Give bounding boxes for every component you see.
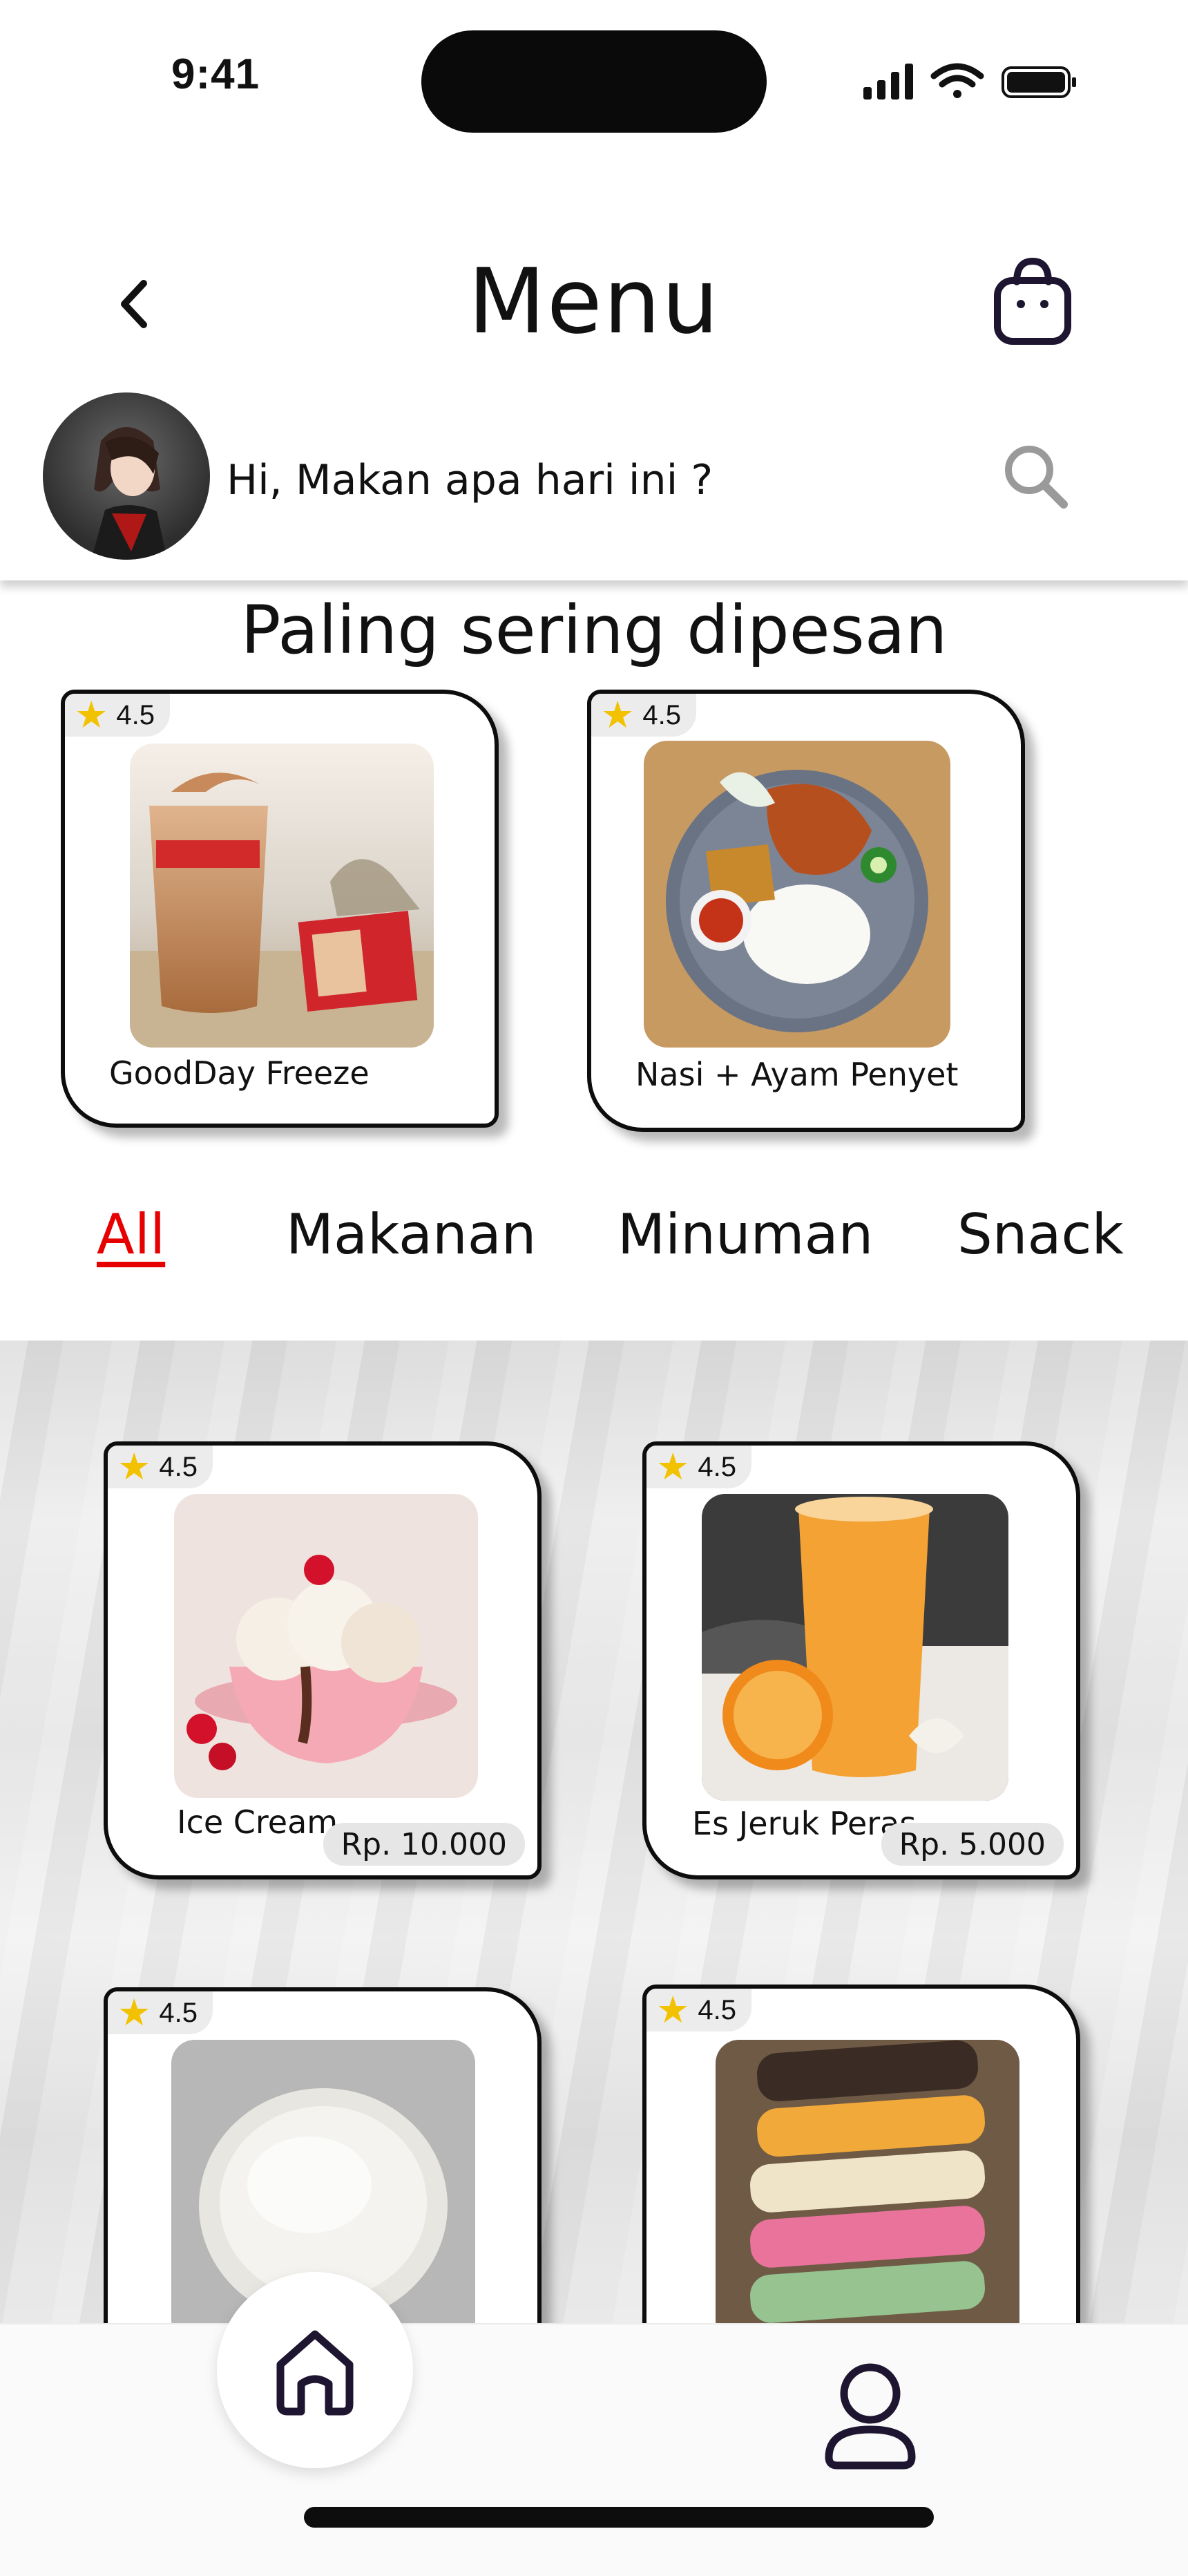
rating-badge: ★ 4.5: [646, 1989, 752, 2032]
rating-badge: ★ 4.5: [591, 694, 697, 737]
star-icon: ★: [117, 1446, 151, 1488]
header: Menu: [0, 235, 1188, 373]
rating-badge: ★ 4.5: [108, 1446, 213, 1488]
wifi-icon: [930, 63, 984, 98]
menu-grid: ★ 4.5 Ice Cream Rp. 10.000 ★ 4.5 Es Jeru…: [0, 1341, 1188, 2425]
food-image: [644, 741, 950, 1048]
star-icon: ★: [656, 1446, 690, 1488]
profile-icon[interactable]: [808, 2352, 932, 2476]
menu-card[interactable]: ★ 4.5 Ice Cream Rp. 10.000: [104, 1441, 542, 1879]
status-icons: [863, 63, 1076, 100]
tab-all[interactable]: All: [97, 1202, 165, 1267]
section-title-popular: Paling sering dipesan: [240, 591, 948, 669]
rating-value: 4.5: [698, 1451, 737, 1482]
greeting-row: Hi, Makan apa hari ini ?: [0, 387, 1188, 580]
rating-badge: ★ 4.5: [108, 1991, 213, 2034]
tab-snack[interactable]: Snack: [957, 1202, 1124, 1267]
star-icon: ★: [117, 1992, 151, 2034]
star-icon: ★: [656, 1989, 690, 2031]
tab-makanan[interactable]: Makanan: [286, 1202, 536, 1267]
status-bar: 9:41: [0, 0, 1188, 159]
home-button[interactable]: [217, 2272, 413, 2468]
rating-value: 4.5: [698, 1994, 737, 2025]
price-tag: Rp. 10.000: [323, 1823, 525, 1866]
status-time: 9:41: [171, 50, 260, 98]
rating-badge: ★ 4.5: [65, 694, 171, 737]
food-image: [702, 1494, 1008, 1801]
home-indicator: [304, 2507, 934, 2528]
item-name: GoodDay Freeze: [109, 1054, 370, 1092]
rating-value: 4.5: [116, 699, 155, 730]
shopping-bag-icon[interactable]: [981, 249, 1084, 352]
home-icon: [276, 2330, 354, 2416]
avatar-illustration: [91, 427, 167, 560]
food-image: [174, 1494, 478, 1798]
popular-card[interactable]: ★ 4.5 GoodDay Freeze: [61, 690, 499, 1128]
item-name: Ice Cream: [177, 1803, 338, 1841]
menu-card[interactable]: ★ 4.5 Es Jeruk Peras Rp. 5.000: [642, 1441, 1080, 1879]
food-image: [716, 2040, 1019, 2344]
rating-value: 4.5: [159, 1997, 198, 2028]
rating-value: 4.5: [159, 1451, 198, 1482]
signal-icon: [863, 64, 913, 100]
rating-value: 4.5: [642, 699, 682, 730]
search-icon[interactable]: [995, 435, 1077, 518]
bottom-nav: [0, 2272, 1188, 2576]
dynamic-island: [421, 30, 767, 133]
greeting-text: Hi, Makan apa hari ini ?: [227, 456, 713, 504]
food-image: [130, 744, 434, 1048]
category-tabs: All Makanan Minuman Snack: [0, 1188, 1188, 1285]
tab-minuman[interactable]: Minuman: [617, 1202, 873, 1267]
star-icon: ★: [75, 694, 108, 736]
battery-icon: [1002, 66, 1076, 98]
avatar[interactable]: [43, 392, 210, 560]
popular-card[interactable]: ★ 4.5 Nasi + Ayam Penyet: [587, 690, 1025, 1132]
item-name: Nasi + Ayam Penyet: [635, 1056, 959, 1093]
price-tag: Rp. 5.000: [881, 1823, 1064, 1866]
star-icon: ★: [601, 694, 635, 736]
rating-badge: ★ 4.5: [646, 1446, 752, 1488]
